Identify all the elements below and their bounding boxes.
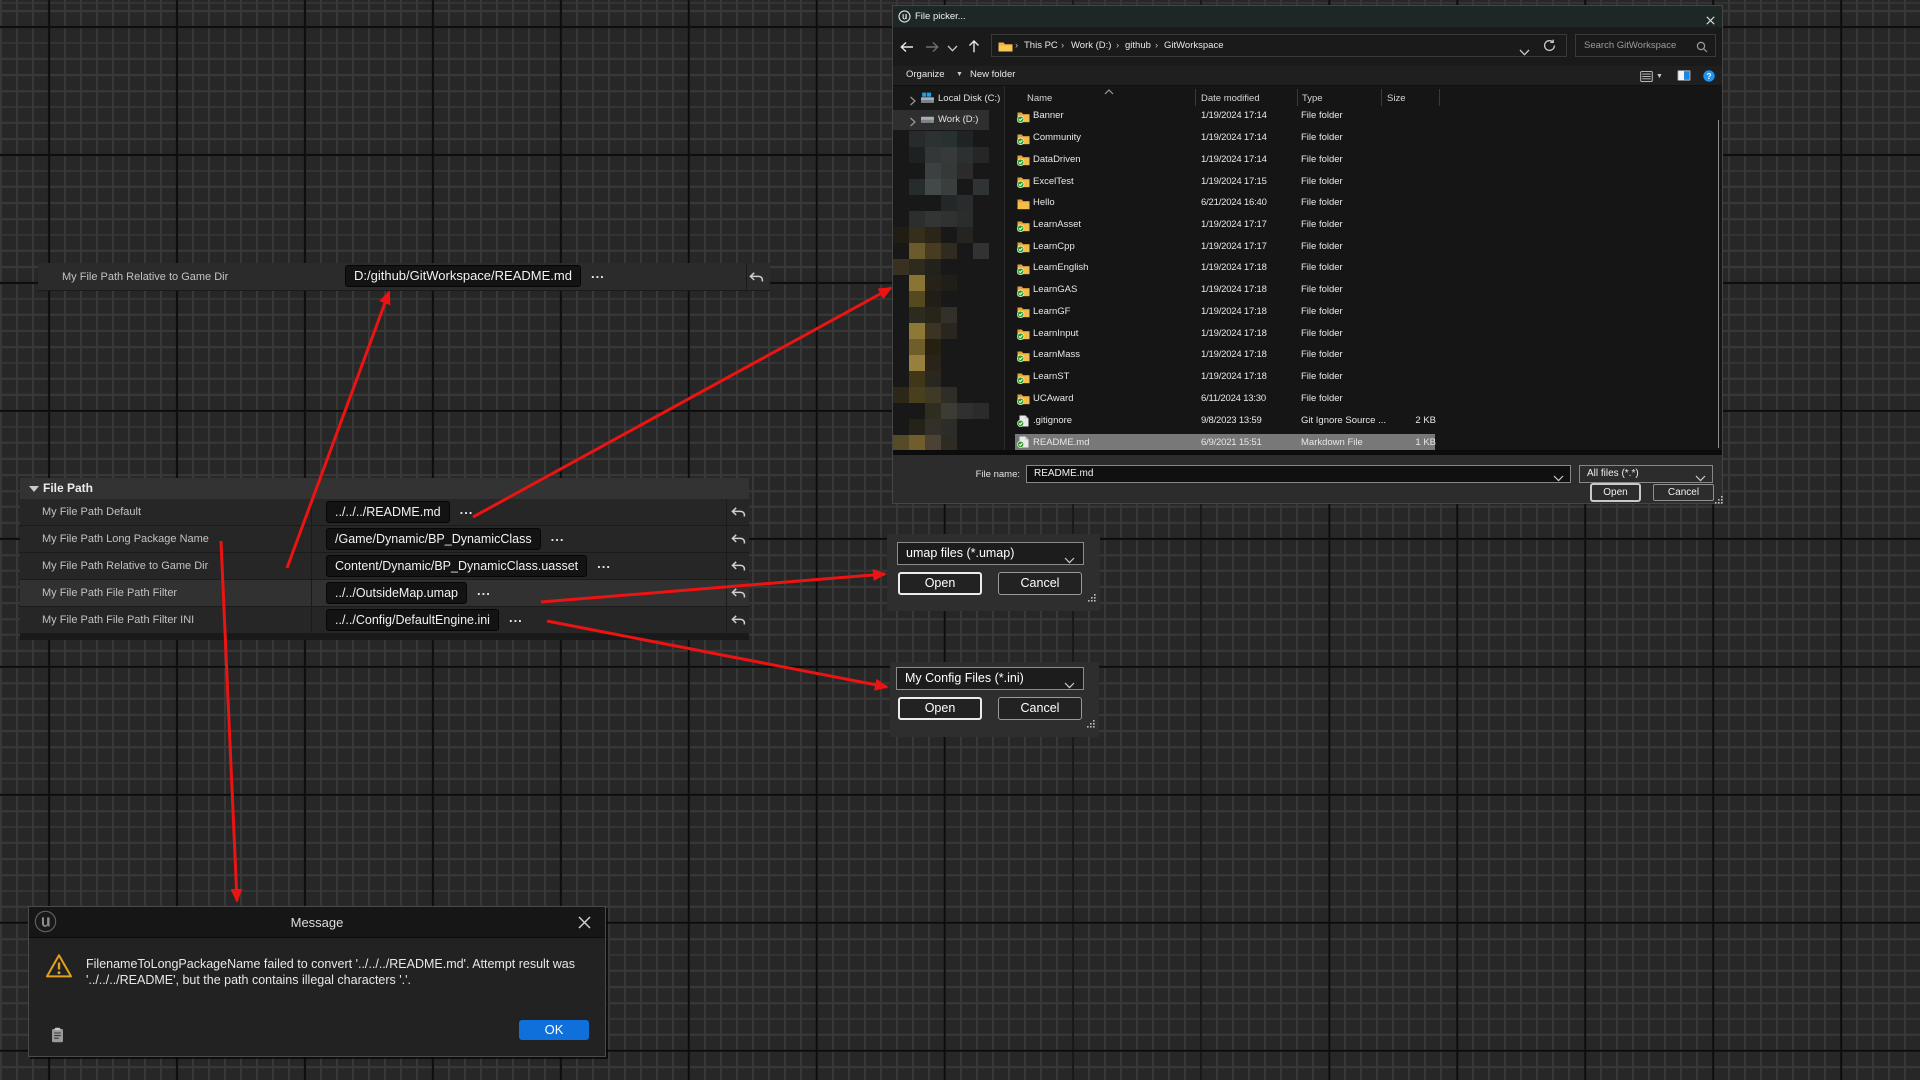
svg-text:?: ? xyxy=(1706,71,1711,81)
